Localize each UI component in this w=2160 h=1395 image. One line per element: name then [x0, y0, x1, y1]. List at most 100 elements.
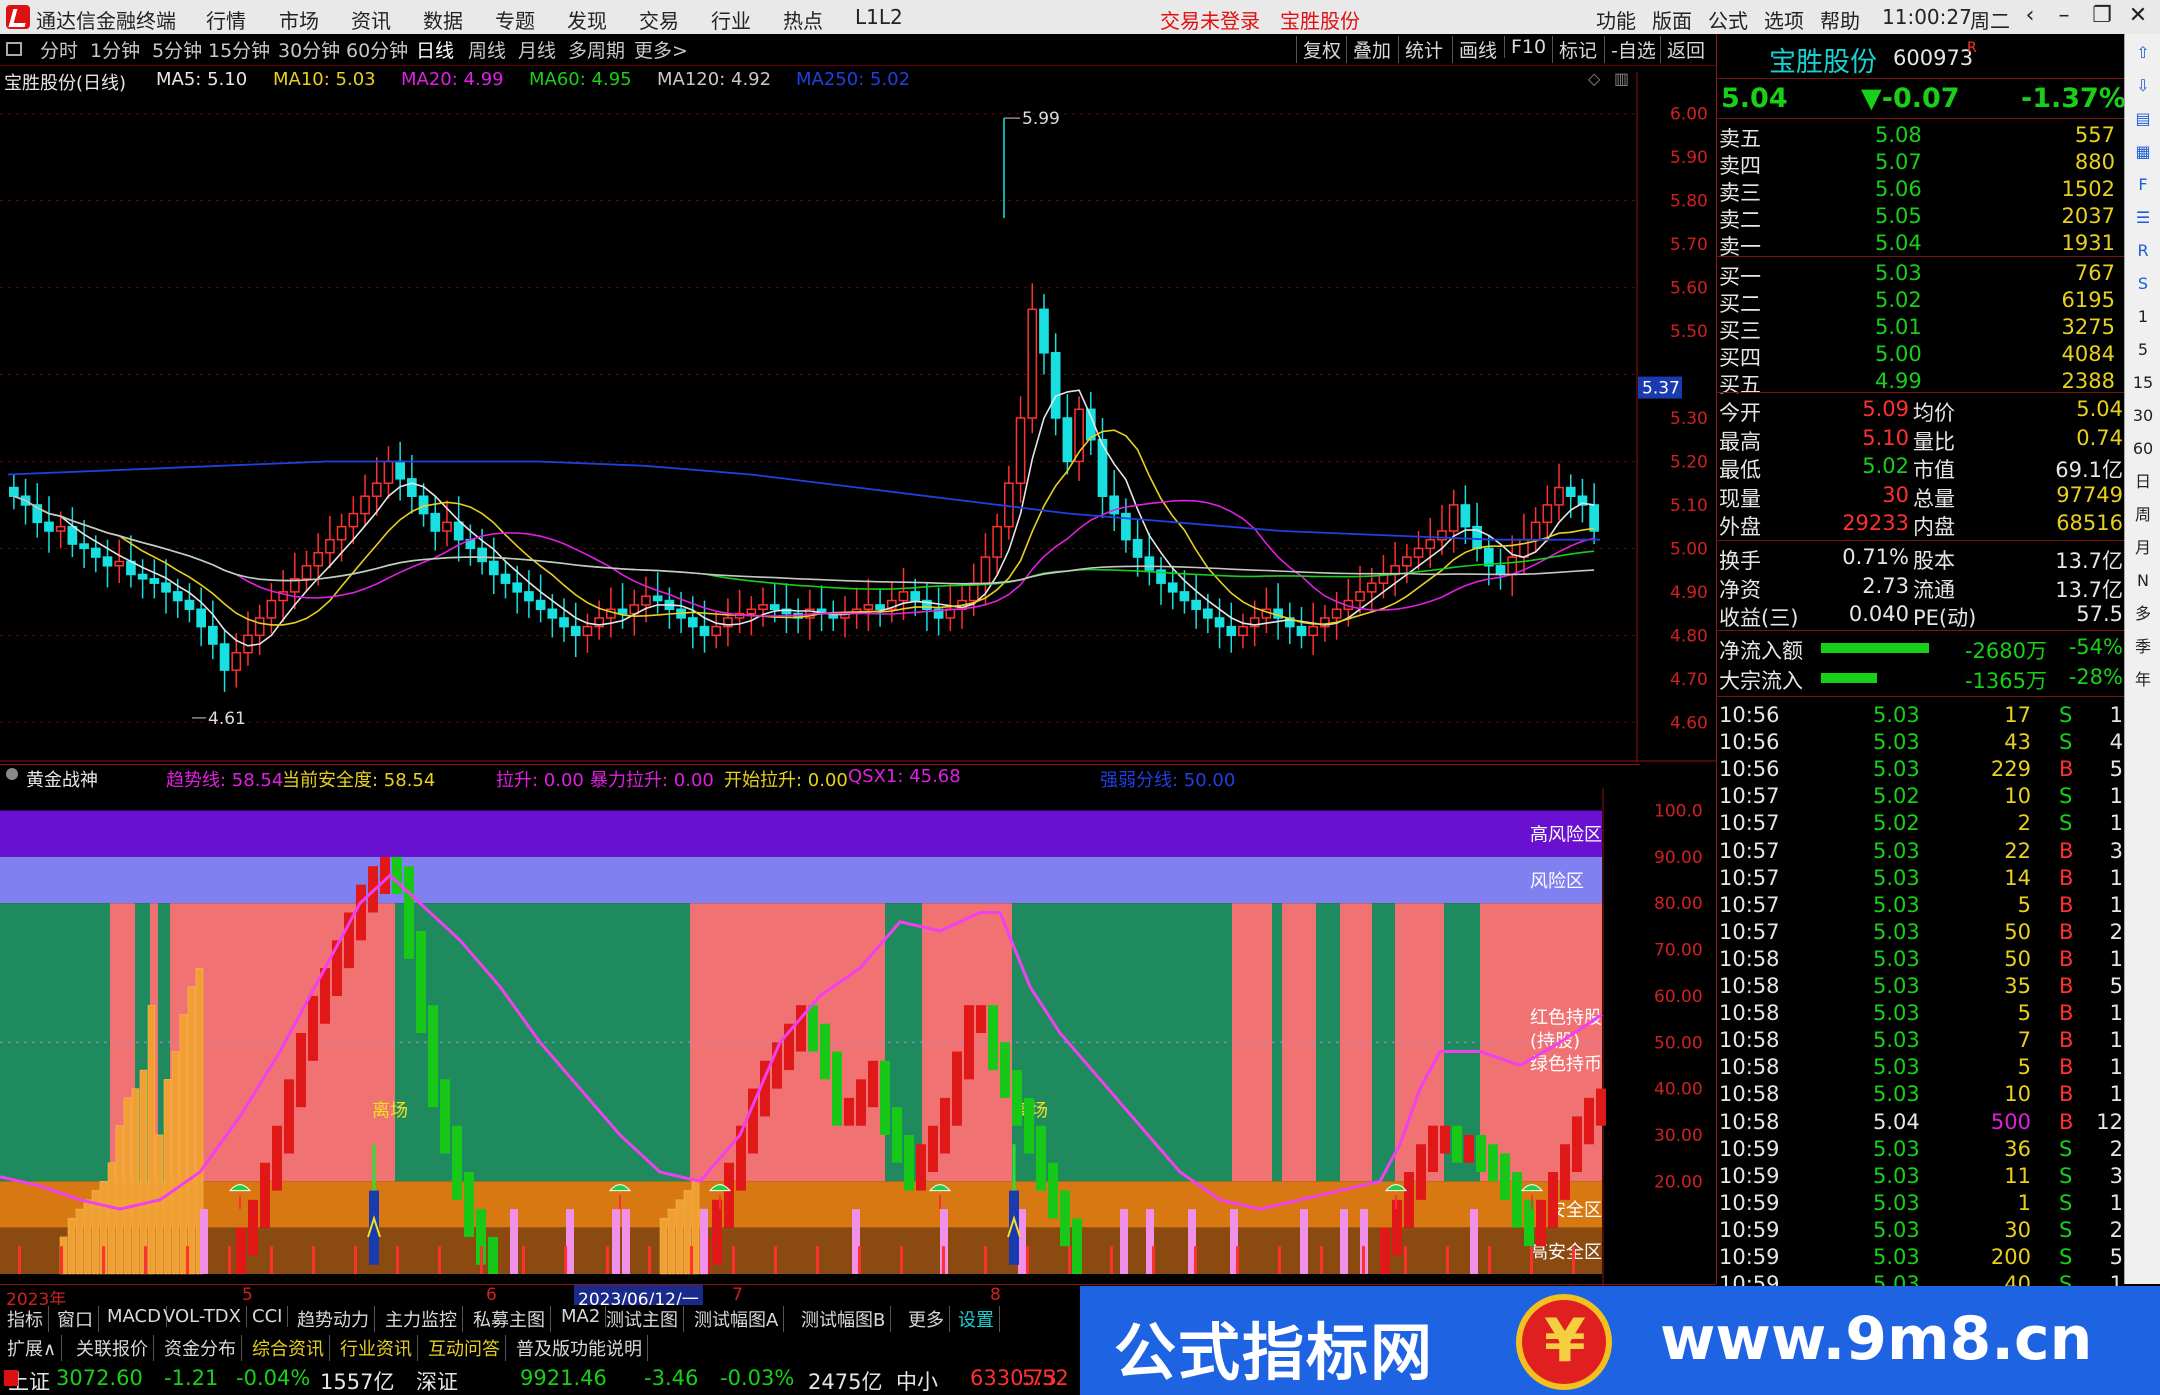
btn-tongji[interactable]: 统计 — [1398, 36, 1443, 63]
rsi-icon[interactable]: R — [2130, 238, 2156, 264]
menu-hangye[interactable]: 行业 — [711, 5, 751, 34]
tick-row[interactable]: 10:58 5.03 50 B 1 — [1717, 946, 2125, 974]
period-1min[interactable]: 1分钟 — [90, 36, 140, 63]
info-tab[interactable]: 普及版功能说明 — [511, 1335, 648, 1361]
indicator-tab[interactable]: 测试幅图A — [689, 1306, 785, 1332]
menu-jiaoyi[interactable]: 交易 — [639, 5, 679, 34]
bid-row[interactable]: 买四 5.00 4084 — [1717, 341, 2125, 370]
ask-row[interactable]: 卖一 5.04 1931 — [1717, 230, 2125, 259]
sidebar-period-14[interactable]: 周 — [2130, 502, 2156, 528]
bid-row[interactable]: 买一 5.03 767 — [1717, 260, 2125, 289]
period-30min[interactable]: 30分钟 — [278, 36, 340, 63]
menu-shuju[interactable]: 数据 — [423, 5, 463, 34]
back-icon[interactable]: ‹ — [2014, 3, 2046, 31]
period-monthly[interactable]: 月线 — [518, 36, 556, 63]
indicator-tab[interactable]: 主力监控 — [380, 1306, 463, 1332]
indicator-tab[interactable]: 更多 — [903, 1306, 950, 1332]
candlestick-chart[interactable]: 6.00 5.90 5.80 5.70 5.60 5.50 5.30 5.20 5.10 5.00… — [0, 72, 1716, 762]
sidebar-period-9[interactable]: 5 — [2130, 337, 2156, 363]
period-fenshi[interactable]: 分时 — [40, 36, 78, 63]
login-status[interactable]: 交易未登录 — [1160, 5, 1260, 34]
indicator-tab[interactable]: 趋势动力 — [292, 1306, 375, 1332]
sidebar-period-17[interactable]: 多 — [2130, 601, 2156, 627]
tick-row[interactable]: 10:59 5.03 200 S 5 — [1717, 1244, 2125, 1272]
tick-row[interactable]: 10:57 5.02 2 S 1 — [1717, 810, 2125, 838]
info-tab[interactable]: 互动问答 — [423, 1335, 506, 1361]
period-weekly[interactable]: 周线 — [468, 36, 506, 63]
down-icon[interactable]: ⇩ — [2130, 73, 2156, 99]
tick-row[interactable]: 10:58 5.03 5 B 1 — [1717, 1054, 2125, 1082]
tick-row[interactable]: 10:58 5.03 7 B 1 — [1717, 1027, 2125, 1055]
menu-shichang[interactable]: 市场 — [279, 5, 319, 34]
btn-zixuan[interactable]: -自选 — [1604, 36, 1656, 63]
sidebar-period-8[interactable]: 1 — [2130, 304, 2156, 330]
menu-zixun[interactable]: 资讯 — [351, 5, 391, 34]
tick-row[interactable]: 10:59 5.03 11 S 3 — [1717, 1163, 2125, 1191]
menu-zhuanti[interactable]: 专题 — [495, 5, 535, 34]
sidebar-period-13[interactable]: 日 — [2130, 469, 2156, 495]
sidebar-period-19[interactable]: 年 — [2130, 667, 2156, 693]
chart-icon[interactable]: ▤ — [2130, 106, 2156, 132]
restore-icon[interactable]: ❐ — [2086, 3, 2118, 31]
sidebar-period-12[interactable]: 60 — [2130, 436, 2156, 462]
indicator-tab[interactable]: 指标 — [2, 1306, 49, 1332]
sidebar-period-16[interactable]: N — [2130, 568, 2156, 594]
tick-row[interactable]: 10:58 5.03 5 B 1 — [1717, 1000, 2125, 1028]
info-tab[interactable]: 关联报价 — [71, 1335, 154, 1361]
bid-row[interactable]: 买三 5.01 3275 — [1717, 314, 2125, 343]
tick-row[interactable]: 10:57 5.03 5 B 1 — [1717, 892, 2125, 920]
info-tab[interactable]: 扩展∧ — [2, 1335, 63, 1361]
indicator-tab[interactable]: 窗口 — [52, 1306, 99, 1332]
tick-row[interactable]: 10:56 5.03 17 S 1 — [1717, 702, 2125, 730]
tick-row[interactable]: 10:59 5.03 30 S 2 — [1717, 1217, 2125, 1245]
indicator-tab[interactable]: 测试幅图B — [796, 1306, 892, 1332]
fs-icon[interactable]: S — [2130, 271, 2156, 297]
menu-xuanxiang[interactable]: 选项 — [1764, 5, 1804, 34]
sidebar-period-15[interactable]: 月 — [2130, 535, 2156, 561]
menu-l1l2[interactable]: L1L2 — [855, 5, 903, 29]
tick-row[interactable]: 10:58 5.04 500 B 12 — [1717, 1109, 2125, 1137]
tick-row[interactable]: 10:57 5.03 14 B 1 — [1717, 865, 2125, 893]
grid-icon[interactable]: ▦ — [2130, 139, 2156, 165]
sidebar-period-11[interactable]: 30 — [2130, 403, 2156, 429]
btn-huaxian[interactable]: 画线 — [1452, 36, 1497, 63]
tick-row[interactable]: 10:56 5.03 43 S 4 — [1717, 729, 2125, 757]
btn-fanhui[interactable]: 返回 — [1660, 36, 1705, 63]
info-tab[interactable]: 综合资讯 — [247, 1335, 330, 1361]
menu-redian[interactable]: 热点 — [783, 5, 823, 34]
indicator-tab[interactable]: 设置 — [953, 1306, 1000, 1332]
period-multi[interactable]: 多周期 — [568, 36, 625, 63]
btn-diejia[interactable]: 叠加 — [1346, 36, 1391, 63]
btn-f10[interactable]: F10 — [1504, 36, 1546, 58]
menu-bangzhu[interactable]: 帮助 — [1820, 5, 1860, 34]
tick-row[interactable]: 10:58 5.03 35 B 5 — [1717, 973, 2125, 1001]
tick-row[interactable]: 10:58 5.03 10 B 1 — [1717, 1081, 2125, 1109]
golden-war-god-indicator[interactable]: 100.0 90.00 80.00 70.00 60.00 50.00 40.00 30.00… — [0, 788, 1716, 1288]
menu-faxian[interactable]: 发现 — [567, 5, 607, 34]
close-icon[interactable]: ✕ — [2122, 3, 2154, 31]
list-icon[interactable]: ☰ — [2130, 205, 2156, 231]
tick-row[interactable]: 10:57 5.02 10 S 1 — [1717, 783, 2125, 811]
ask-row[interactable]: 卖二 5.05 2037 — [1717, 203, 2125, 232]
f10-icon[interactable]: F — [2130, 172, 2156, 198]
period-more[interactable]: 更多> — [634, 36, 688, 63]
up-icon[interactable]: ⇧ — [2130, 40, 2156, 66]
period-5min[interactable]: 5分钟 — [152, 36, 202, 63]
tick-row[interactable]: 10:59 5.03 36 S 2 — [1717, 1136, 2125, 1164]
menu-banmian[interactable]: 版面 — [1652, 5, 1692, 34]
layout-icon[interactable] — [6, 42, 22, 56]
period-daily[interactable]: 日线 — [416, 36, 454, 63]
menu-gongneng[interactable]: 功能 — [1596, 5, 1636, 34]
ask-row[interactable]: 卖三 5.06 1502 — [1717, 176, 2125, 205]
indicator-tab[interactable]: MA2 — [556, 1306, 607, 1327]
minimize-icon[interactable]: – — [2048, 3, 2080, 31]
bid-row[interactable]: 买二 5.02 6195 — [1717, 287, 2125, 316]
ask-row[interactable]: 卖五 5.08 557 — [1717, 122, 2125, 151]
tick-row[interactable]: 10:59 5.03 1 S 1 — [1717, 1190, 2125, 1218]
menu-gongshi[interactable]: 公式 — [1708, 5, 1748, 34]
sidebar-period-10[interactable]: 15 — [2130, 370, 2156, 396]
info-tab[interactable]: 资金分布 — [159, 1335, 242, 1361]
period-15min[interactable]: 15分钟 — [208, 36, 270, 63]
btn-fuquan[interactable]: 复权 — [1296, 36, 1341, 63]
ask-row[interactable]: 卖四 5.07 880 — [1717, 149, 2125, 178]
